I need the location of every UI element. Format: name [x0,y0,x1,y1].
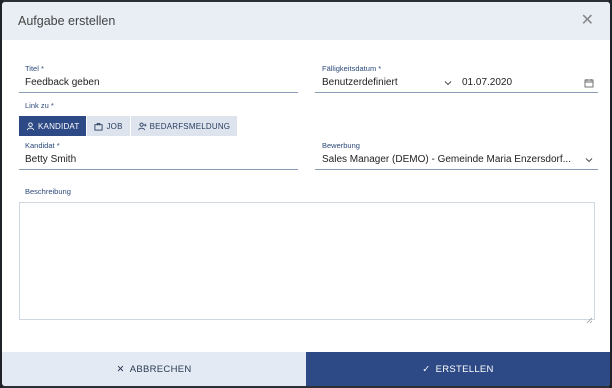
link-to-requisition-label: BEDARFSMELDUNG [149,121,231,131]
application-underline [315,169,598,170]
cancel-button[interactable]: ✕ ABBRECHEN [2,352,306,386]
create-button[interactable]: ✓ ERSTELLEN [306,352,610,386]
link-to-label: Link zu * [25,101,54,110]
application-label: Bewerbung [322,141,360,150]
title-label: Titel * [25,64,44,73]
description-textarea[interactable] [19,202,595,320]
due-date-mode-select[interactable]: Benutzerdefiniert [322,77,398,88]
chevron-down-icon[interactable] [584,155,594,165]
due-date-label: Fälligkeitsdatum * [322,64,382,73]
close-icon: ✕ [116,363,125,375]
link-to-segmented-control: KANDIDAT JOB BEDARFSMELDUNG [19,116,238,136]
close-icon[interactable]: ✕ [581,13,594,29]
person-icon [26,121,35,131]
cancel-label: ABBRECHEN [129,363,192,375]
dialog-header: Aufgabe erstellen ✕ [2,2,610,40]
create-task-dialog: Aufgabe erstellen ✕ Titel * Feedback geb… [2,2,610,386]
title-input[interactable]: Feedback geben [25,77,100,88]
link-to-job-button[interactable]: JOB [87,116,130,136]
candidate-label: Kandidat * [25,141,60,150]
title-underline [19,92,298,93]
chevron-down-icon[interactable] [443,78,453,88]
check-icon: ✓ [422,363,431,375]
link-to-candidate-button[interactable]: KANDIDAT [19,116,87,136]
link-to-candidate-label: KANDIDAT [38,121,80,131]
briefcase-icon [94,122,104,131]
due-date-underline [315,92,598,93]
application-select[interactable]: Sales Manager (DEMO) - Gemeinde Maria En… [322,154,572,165]
link-to-requisition-button[interactable]: BEDARFSMELDUNG [130,116,238,136]
resize-handle-icon[interactable] [586,311,593,324]
due-date-input[interactable]: 01.07.2020 [462,77,512,88]
description-label: Beschreibung [25,187,71,196]
create-label: ERSTELLEN [435,363,494,375]
candidate-input[interactable]: Betty Smith [25,154,76,165]
dialog-footer: ✕ ABBRECHEN ✓ ERSTELLEN [2,352,610,386]
link-to-job-label: JOB [106,121,123,131]
dialog-title: Aufgabe erstellen [18,14,116,28]
calendar-icon[interactable] [584,78,594,88]
person-add-icon [137,122,147,131]
candidate-underline [19,169,298,170]
